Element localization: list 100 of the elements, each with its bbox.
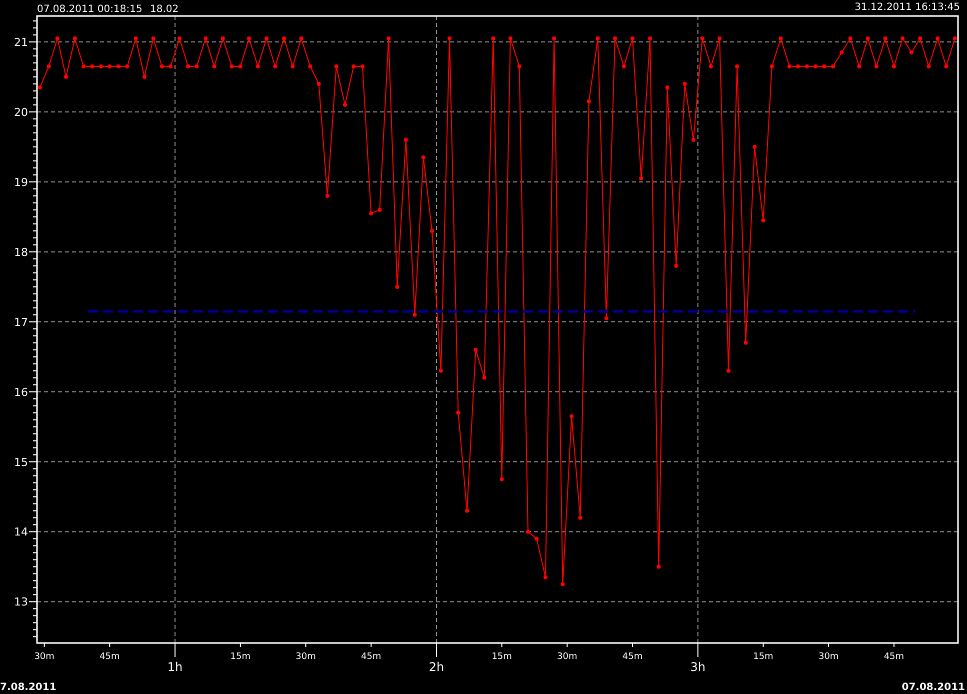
data-point [517,64,522,68]
y-tick-label: 14 [14,526,28,539]
y-tick-label: 18 [14,246,28,259]
data-point [220,36,225,40]
data-point [508,36,512,40]
data-point [90,64,94,68]
data-point [560,582,565,586]
data-point [395,284,400,289]
x-hour-label: 1h [167,660,183,674]
data-point [194,64,199,68]
data-point [404,138,408,142]
data-point [708,64,713,68]
data-point [622,64,626,68]
data-point [613,36,617,40]
data-point [342,102,347,107]
x-tick-label: 15m [492,652,512,662]
data-point [552,36,556,40]
data-point [761,218,766,222]
x-hour-label: 2h [428,660,444,674]
data-point [151,36,156,40]
data-point [744,340,748,345]
data-point [909,50,914,54]
data-point [316,82,321,86]
data-point [352,64,356,68]
data-point [918,36,922,40]
data-point [700,36,704,40]
data-point [596,36,600,40]
data-point [134,36,138,40]
data-point [438,368,443,373]
data-point [578,516,582,520]
data-point [72,36,77,40]
data-point [604,316,608,320]
data-point [325,194,330,198]
cursor-value: 18.02 [150,4,179,15]
y-tick-label: 21 [14,36,28,49]
data-point [866,36,870,40]
data-point [892,64,896,68]
data-point [430,228,434,233]
y-tick-label: 15 [14,456,28,469]
data-point [543,575,548,580]
data-point [282,36,286,40]
data-point [926,64,931,68]
range-start-date: 7.08.2011 [0,682,56,693]
data-point [500,477,504,482]
data-point [682,82,687,86]
data-point [448,36,452,40]
data-point [831,64,836,68]
data-point [752,144,757,149]
x-tick-label: 45m [100,652,120,662]
data-point [38,85,42,90]
x-tick-label: 30m [818,652,839,662]
data-point [378,208,382,212]
x-tick-label: 45m [622,652,643,662]
data-point [421,155,426,160]
range-end-timestamp: 31.12.2011 16:13:45 [854,2,960,13]
data-point [116,64,120,68]
data-point [212,64,216,68]
data-point [840,50,844,54]
x-tick-label: 15m [230,652,250,662]
data-point [534,536,539,541]
y-tick-label: 17 [14,316,28,329]
data-point [177,36,182,40]
data-point [491,36,496,40]
data-point [204,36,208,40]
x-tick-label: 45m [360,652,382,662]
data-point [299,36,304,40]
data-point [238,64,242,68]
data-point [360,64,364,68]
data-point [883,36,888,40]
data-point [247,36,252,40]
data-point [822,64,826,68]
data-point [108,64,112,68]
x-tick-label: 30m [557,652,578,662]
data-point [718,36,722,40]
data-point [82,64,86,68]
x-tick-label: 45m [884,652,904,662]
data-point [630,36,635,40]
data-point [99,64,104,68]
data-point [273,64,278,68]
data-point [848,36,852,40]
data-point [874,64,878,68]
data-point [796,64,800,68]
x-tick-label: 30m [296,652,316,662]
data-point [586,99,591,104]
data-point [264,36,269,40]
data-point [46,64,51,68]
data-point [770,64,774,68]
data-point [290,64,295,68]
data-point [735,64,740,68]
data-point [944,64,948,68]
data-point [142,74,146,79]
data-point [900,36,905,40]
data-point [952,36,957,40]
data-point [186,64,190,68]
data-point [526,530,530,534]
data-point [936,36,940,40]
data-point [369,211,374,216]
data-point [778,36,783,40]
data-point [648,36,652,40]
data-point [412,312,417,317]
